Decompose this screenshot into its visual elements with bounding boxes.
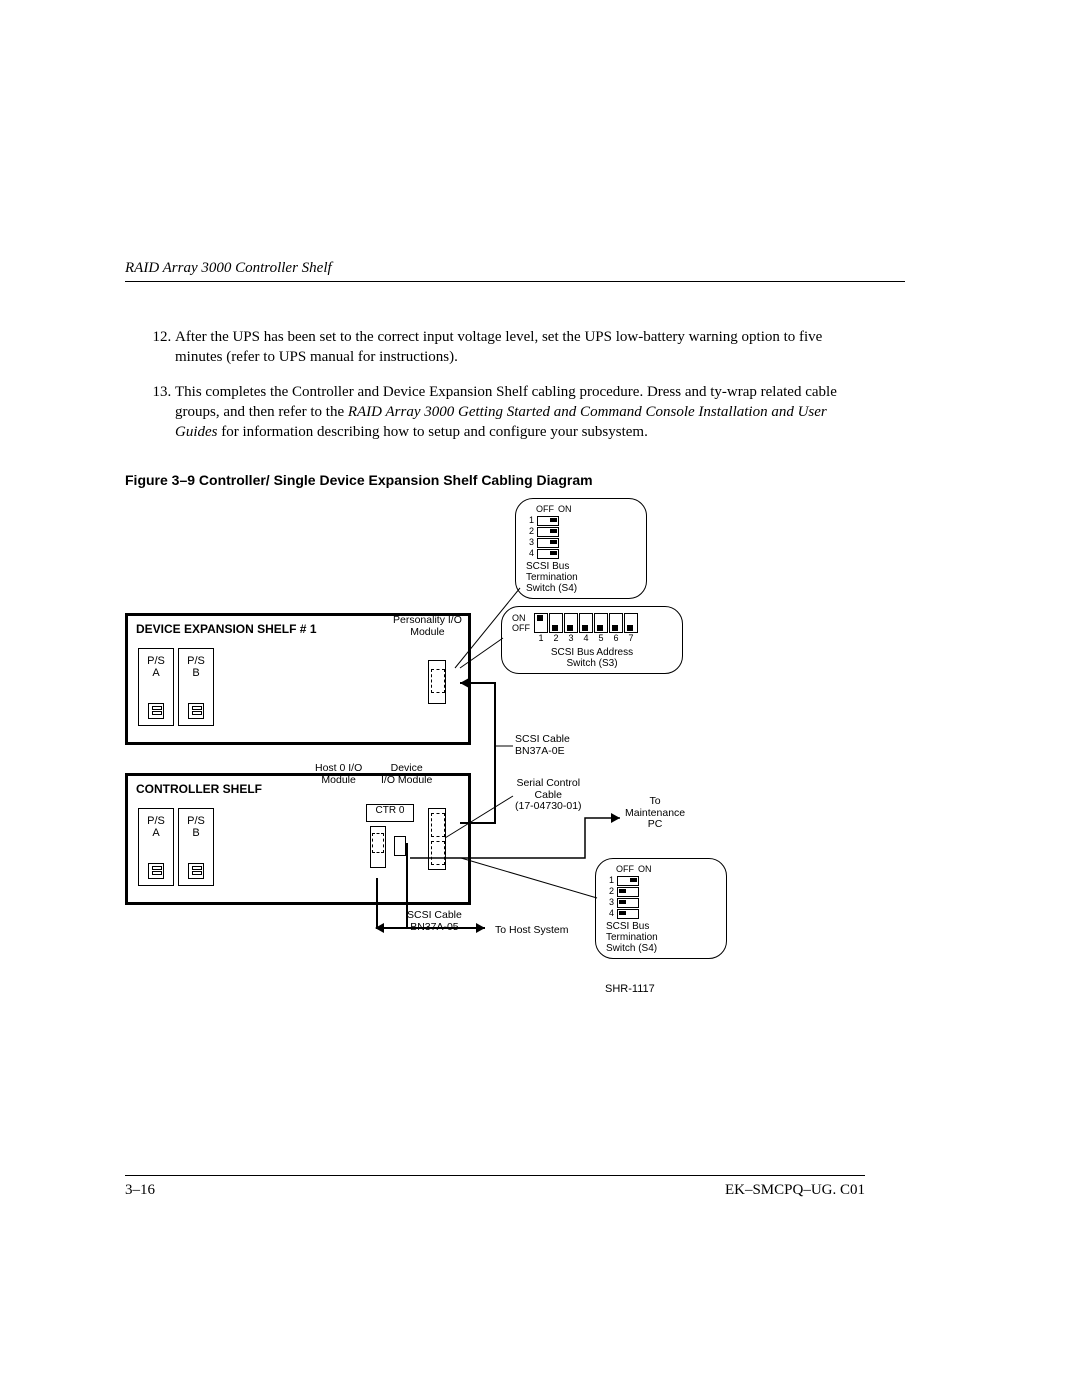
s3-off-label: OFF	[512, 623, 530, 633]
s3-col-6: 6	[613, 634, 618, 644]
device-io-port	[428, 808, 446, 870]
s4b-row-4: 4	[606, 909, 614, 919]
drawing-number: SHR-1117	[605, 983, 655, 995]
scsi-cable-bottom-label: SCSI Cable BN37A-05	[407, 910, 462, 933]
s3-label: SCSI Bus Address Switch (S3)	[512, 647, 672, 669]
to-maintenance-label: To Maintenance PC	[625, 796, 685, 831]
personality-io-label: Personality I/O Module	[393, 615, 462, 638]
running-header: RAID Array 3000 Controller Shelf	[125, 260, 905, 282]
procedure-list: After the UPS has been set to the correc…	[125, 327, 905, 442]
step-13-text-b: for information describing how to setup …	[218, 424, 648, 440]
dip-switch-icon	[537, 538, 559, 548]
s4-off-label: OFF	[616, 865, 634, 875]
ctrl-shelf-title: CONTROLLER SHELF	[136, 782, 262, 796]
dip-switch-icon	[537, 527, 559, 537]
dip-switch-icon	[537, 516, 559, 526]
step-13: This completes the Controller and Device…	[175, 382, 905, 443]
callout-s3: ON OFF 1 2 3 4 5 6 7 SCSI Bus Address Sw…	[501, 606, 683, 674]
io-connector-icon	[372, 833, 384, 853]
page-footer: 3–16 EK–SMCPQ–UG. C01	[125, 1175, 865, 1199]
host0-io-port	[370, 826, 386, 868]
dip-switch-icon	[617, 898, 639, 908]
s3-col-7: 7	[628, 634, 633, 644]
step-12: After the UPS has been set to the correc…	[175, 327, 905, 368]
plug-icon	[188, 863, 204, 879]
device-io-label: Device I/O Module	[381, 763, 432, 786]
s3-col-2: 2	[553, 634, 558, 644]
controller-shelf: CONTROLLER SHELF P/S A P/S B CTR 0	[125, 773, 471, 905]
callout-s4-bottom: OFF ON 1 2 3 4 SCSI Bus Termination Swit…	[595, 858, 727, 959]
scsi-cable-top-label: SCSI Cable BN37A-0E	[515, 734, 570, 757]
plug-icon	[148, 703, 164, 719]
serial-port-icon	[394, 836, 406, 856]
arrow-icon	[375, 923, 384, 933]
dev-shelf-title: DEVICE EXPANSION SHELF # 1	[136, 622, 317, 636]
plug-icon	[148, 863, 164, 879]
address-switch-icon: 1 2 3 4 5 6 7	[534, 613, 638, 644]
s4b-row-3: 3	[606, 898, 614, 908]
s3-col-4: 4	[583, 634, 588, 644]
s4-on-label: ON	[638, 865, 652, 875]
s4-off-label: OFF	[536, 505, 554, 515]
ctr0-box: CTR 0	[366, 804, 414, 822]
power-supply-b: P/S B	[178, 648, 214, 726]
s4-row-1: 1	[526, 516, 534, 526]
io-connector-icon	[431, 669, 445, 693]
dip-switch-icon	[617, 876, 639, 886]
io-connector-icon	[431, 813, 445, 837]
dip-switch-icon	[617, 887, 639, 897]
cabling-diagram: OFF ON 1 2 3 4 SCSI Bus Termination Swit…	[125, 498, 765, 1008]
doc-id: EK–SMCPQ–UG. C01	[725, 1182, 865, 1199]
s4-label: SCSI Bus Termination Switch (S4)	[606, 921, 716, 954]
s4-row-4: 4	[526, 549, 534, 559]
power-supply-b: P/S B	[178, 808, 214, 886]
s3-col-3: 3	[568, 634, 573, 644]
s3-col-5: 5	[598, 634, 603, 644]
dip-switch-icon	[617, 909, 639, 919]
to-host-label: To Host System	[495, 925, 569, 937]
callout-s4-top: OFF ON 1 2 3 4 SCSI Bus Termination Swit…	[515, 498, 647, 599]
power-supply-a: P/S A	[138, 808, 174, 886]
plug-icon	[188, 703, 204, 719]
power-supply-a: P/S A	[138, 648, 174, 726]
s4b-row-2: 2	[606, 887, 614, 897]
s4b-row-1: 1	[606, 876, 614, 886]
page-number: 3–16	[125, 1182, 155, 1199]
figure-caption: Figure 3–9 Controller/ Single Device Exp…	[125, 472, 905, 488]
s4-row-2: 2	[526, 527, 534, 537]
s3-on-label: ON	[512, 613, 530, 623]
dip-switch-icon	[537, 549, 559, 559]
s4-label: SCSI Bus Termination Switch (S4)	[526, 561, 636, 594]
s4-on-label: ON	[558, 505, 572, 515]
s3-col-1: 1	[538, 634, 543, 644]
s4-row-3: 3	[526, 538, 534, 548]
personality-io-port	[428, 660, 446, 704]
host0-io-label: Host 0 I/O Module	[315, 763, 362, 786]
io-connector-icon	[431, 841, 445, 865]
serial-cable-label: Serial Control Cable (17-04730-01)	[515, 778, 582, 813]
